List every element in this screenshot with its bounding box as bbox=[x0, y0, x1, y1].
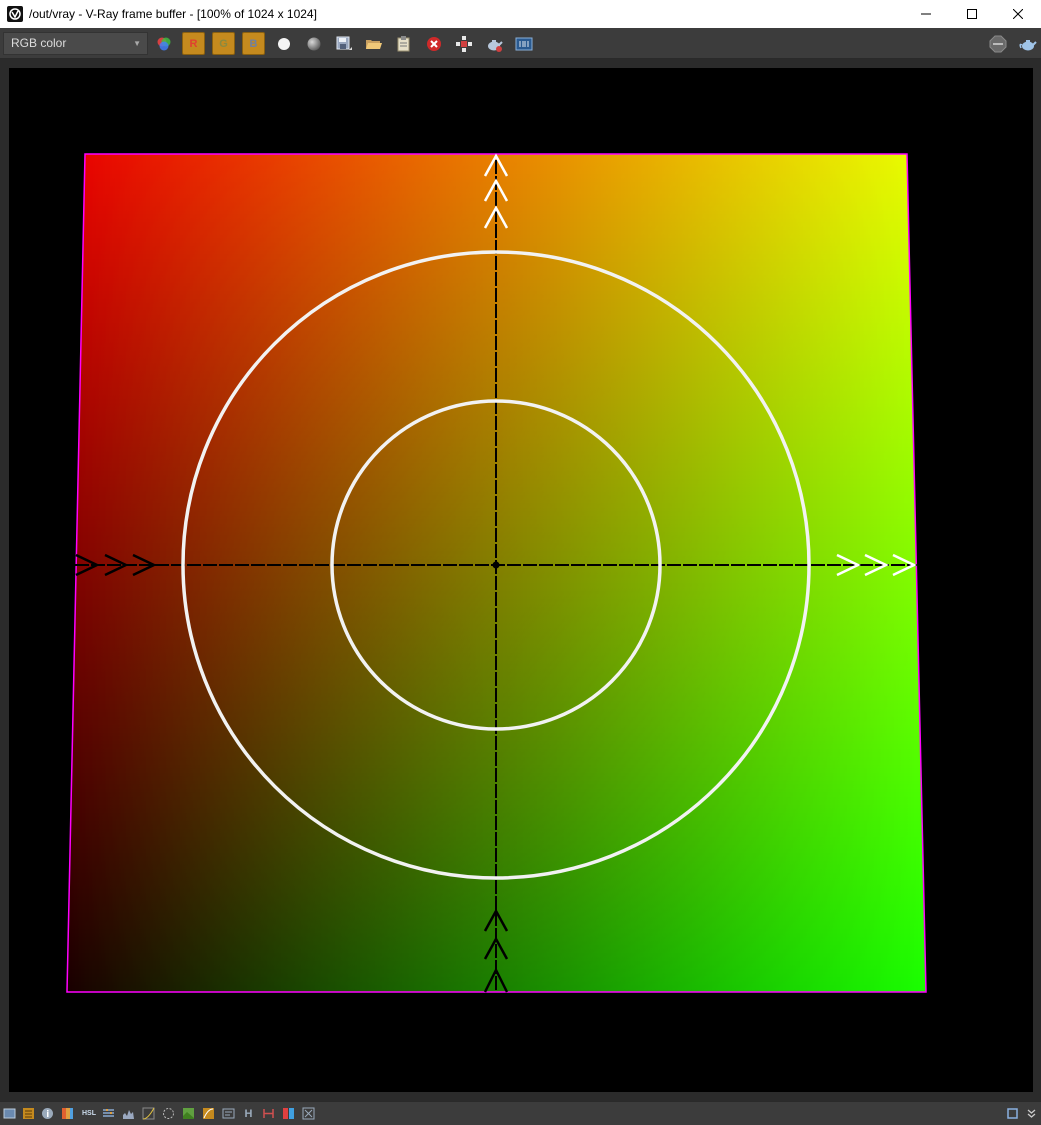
white-circle-button[interactable] bbox=[273, 33, 295, 55]
render-teapot-icon bbox=[488, 40, 503, 52]
close-icon bbox=[1013, 9, 1023, 19]
minimize-button[interactable] bbox=[903, 0, 949, 28]
background-image-icon bbox=[183, 1108, 194, 1119]
settings-icon bbox=[302, 1107, 315, 1120]
histogram-icon bbox=[123, 1110, 134, 1119]
icc-icon bbox=[263, 1109, 274, 1118]
window-title: /out/vray - V-Ray frame buffer - [100% o… bbox=[29, 7, 317, 21]
center-dot bbox=[492, 561, 500, 569]
layers-button[interactable] bbox=[21, 1106, 36, 1121]
maximize-icon bbox=[967, 9, 977, 19]
icc-button[interactable] bbox=[261, 1106, 276, 1121]
expand-button[interactable] bbox=[1024, 1106, 1039, 1121]
film-strip-button[interactable] bbox=[513, 33, 535, 55]
white-circle-icon bbox=[278, 38, 290, 50]
save-icon bbox=[336, 36, 352, 50]
save-button[interactable] bbox=[333, 33, 355, 55]
window-button[interactable] bbox=[2, 1106, 17, 1121]
stop-icon bbox=[989, 35, 1007, 53]
settings-button[interactable] bbox=[301, 1106, 316, 1121]
toolbar: RGB color ▼ R G B bbox=[0, 28, 1041, 59]
clipboard-icon bbox=[397, 36, 410, 52]
chevron-down-icon: ▼ bbox=[133, 39, 141, 48]
region-render-button[interactable] bbox=[453, 33, 475, 55]
minimize-icon bbox=[921, 13, 931, 15]
curves-icon bbox=[142, 1107, 155, 1120]
teapot-icon bbox=[1019, 40, 1037, 51]
color-channels-icon bbox=[157, 37, 171, 51]
restore-button[interactable] bbox=[1005, 1106, 1020, 1121]
channel-value: RGB color bbox=[11, 36, 67, 50]
open-folder-button[interactable] bbox=[363, 33, 385, 55]
red-channel-button[interactable]: R bbox=[182, 32, 205, 55]
lut-button[interactable] bbox=[201, 1106, 216, 1121]
blue-channel-button[interactable]: B bbox=[242, 32, 265, 55]
color-channels-button[interactable] bbox=[153, 33, 175, 55]
region-render-icon bbox=[456, 36, 472, 52]
levels-button[interactable] bbox=[101, 1106, 116, 1121]
compare-button[interactable] bbox=[281, 1106, 296, 1121]
ocio-button[interactable] bbox=[221, 1106, 236, 1121]
open-folder-icon bbox=[366, 40, 382, 49]
h-button[interactable]: H bbox=[241, 1106, 256, 1121]
hsl-button[interactable]: HSL bbox=[80, 1106, 98, 1121]
histogram-button[interactable] bbox=[121, 1106, 136, 1121]
gray-sphere-icon bbox=[307, 37, 321, 51]
title-bar: /out/vray - V-Ray frame buffer - [100% o… bbox=[0, 0, 1041, 28]
layers-icon bbox=[23, 1108, 34, 1119]
rendered-image bbox=[66, 153, 927, 993]
color-correction-icon bbox=[62, 1108, 73, 1119]
close-button[interactable] bbox=[995, 0, 1041, 28]
channel-dropdown[interactable]: RGB color ▼ bbox=[3, 32, 148, 55]
teapot-button[interactable] bbox=[1017, 33, 1039, 55]
compare-icon bbox=[283, 1108, 294, 1119]
exposure-button[interactable] bbox=[161, 1106, 176, 1121]
exposure-icon bbox=[163, 1108, 174, 1119]
levels-icon bbox=[103, 1109, 114, 1117]
green-channel-button[interactable]: G bbox=[212, 32, 235, 55]
ocio-icon bbox=[222, 1108, 235, 1119]
clipboard-button[interactable] bbox=[393, 33, 415, 55]
status-bar: HSL H bbox=[0, 1101, 1041, 1125]
film-strip-icon bbox=[515, 37, 533, 51]
color-correction-button[interactable] bbox=[60, 1106, 75, 1121]
gray-sphere-button[interactable] bbox=[303, 33, 325, 55]
expand-icon bbox=[1027, 1109, 1036, 1118]
maximize-button[interactable] bbox=[949, 0, 995, 28]
info-button[interactable] bbox=[40, 1106, 55, 1121]
clear-icon bbox=[427, 37, 441, 51]
curves-button[interactable] bbox=[141, 1106, 156, 1121]
render-teapot-button[interactable] bbox=[483, 33, 505, 55]
info-icon bbox=[42, 1108, 53, 1119]
restore-icon bbox=[1007, 1108, 1018, 1119]
lut-icon bbox=[203, 1108, 214, 1119]
render-viewport[interactable] bbox=[9, 68, 1033, 1092]
background-image-button[interactable] bbox=[181, 1106, 196, 1121]
vray-logo-icon bbox=[7, 6, 23, 22]
stop-button[interactable] bbox=[987, 33, 1009, 55]
clear-button[interactable] bbox=[423, 33, 445, 55]
window-icon bbox=[3, 1108, 16, 1119]
